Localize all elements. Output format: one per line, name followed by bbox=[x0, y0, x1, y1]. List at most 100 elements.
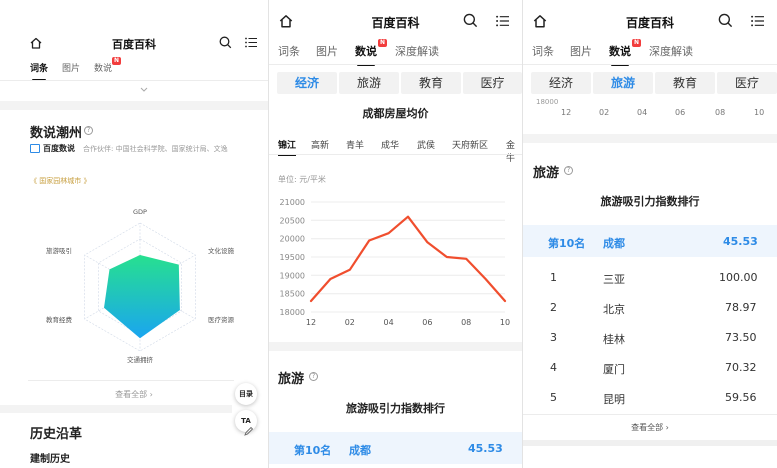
app-title: 百度百科 bbox=[625, 16, 674, 30]
ranking-row[interactable]: 4 厦门 70.32 bbox=[523, 353, 777, 383]
house-price-line-chart: 21000 20500 20000 19500 19000 18500 18000 12 02… bbox=[280, 198, 511, 327]
ranking-row[interactable]: 5 昆明 59.56 bbox=[523, 383, 777, 413]
edit-icon[interactable] bbox=[243, 426, 254, 437]
city-tag-label: 国家园林城市 bbox=[39, 177, 82, 185]
rank-score: 100.00 bbox=[719, 271, 758, 284]
category-education[interactable]: 教育 bbox=[401, 72, 461, 94]
tab-data[interactable]: 数说 bbox=[94, 61, 112, 74]
x-axis-labels: 12 02 04 06 08 10 bbox=[306, 318, 510, 327]
rank-number: 4 bbox=[550, 361, 557, 374]
menu-icon[interactable] bbox=[245, 37, 257, 48]
category-medical[interactable]: 医疗 bbox=[463, 72, 522, 94]
tab-divider bbox=[269, 64, 522, 65]
my-score: 45.53 bbox=[468, 442, 503, 455]
district-jinniu[interactable]: 金牛 bbox=[506, 138, 522, 164]
tourism-title: 旅游 bbox=[533, 166, 560, 181]
toc-button[interactable]: 目录 bbox=[235, 383, 257, 405]
rank-city: 三亚 bbox=[603, 273, 625, 286]
panel-economy: 百度百科 词条 图片 数说 N 深度解读 经济 旅游 教育 医疗 成都房屋均价 … bbox=[269, 0, 522, 468]
rank-city: 厦门 bbox=[603, 363, 625, 376]
info-icon[interactable]: ? bbox=[564, 166, 573, 175]
chart-unit: 单位: 元/平米 bbox=[278, 175, 326, 184]
tab-entry[interactable]: 词条 bbox=[532, 43, 554, 59]
tab-entry[interactable]: 词条 bbox=[30, 61, 48, 81]
view-all-link[interactable]: 查看全部 › bbox=[523, 422, 777, 433]
my-city: 成都 bbox=[603, 237, 625, 250]
category-education[interactable]: 教育 bbox=[655, 72, 715, 94]
section-gap bbox=[523, 440, 777, 446]
tab-divider bbox=[0, 80, 268, 81]
info-icon[interactable]: ? bbox=[309, 372, 318, 381]
search-icon[interactable] bbox=[718, 13, 733, 28]
section-gap bbox=[0, 405, 232, 413]
radar-chart: GDP 文化设施 医疗资源 交通拥挤 教育经费 旅游吸引 bbox=[46, 208, 235, 364]
rank-score: 78.97 bbox=[725, 301, 757, 314]
y-tick-label: 20500 bbox=[280, 216, 305, 225]
my-rank-row: 第10名 成都 45.53 bbox=[269, 432, 522, 464]
tab-images[interactable]: 图片 bbox=[316, 43, 338, 59]
residual-x-tick: 04 bbox=[637, 108, 648, 117]
category-tourism[interactable]: 旅游 bbox=[593, 72, 653, 94]
menu-icon[interactable] bbox=[496, 15, 509, 27]
rank-number: 3 bbox=[550, 331, 557, 344]
info-icon[interactable]: ? bbox=[84, 126, 93, 135]
top-bar: 百度百科 bbox=[0, 30, 268, 60]
district-chenghua[interactable]: 成华 bbox=[381, 138, 399, 151]
ranking-row[interactable]: 1 三亚 100.00 bbox=[523, 263, 777, 293]
divider bbox=[28, 380, 234, 381]
search-icon[interactable] bbox=[219, 36, 232, 49]
x-tick-label: 04 bbox=[384, 318, 394, 327]
tab-entry[interactable]: 词条 bbox=[278, 43, 300, 59]
my-rank: 第10名 bbox=[548, 237, 586, 250]
city-tag: 《 国家园林城市 》 bbox=[30, 177, 91, 185]
chart-title: 成都房屋均价 bbox=[362, 107, 429, 120]
price-series-line bbox=[309, 215, 507, 303]
view-all-link[interactable]: 查看全部 › bbox=[0, 389, 268, 400]
baidu-data-icon bbox=[30, 144, 40, 153]
tab-data[interactable]: 数说 bbox=[355, 43, 377, 66]
x-tick-label: 08 bbox=[461, 318, 471, 327]
tab-images[interactable]: 图片 bbox=[570, 43, 592, 59]
district-wuhou[interactable]: 武侯 bbox=[417, 138, 435, 151]
partners-text: 合作伙伴: 中国社会科学院、国家统计局、文逸 bbox=[83, 145, 228, 153]
radar-area bbox=[104, 255, 180, 339]
tab-deep-reading[interactable]: 深度解读 bbox=[395, 43, 439, 59]
screens: 百度百科 词条 图片 数说 N 数说潮州 ? 百度数说 合作伙伴: 中国社会科学… bbox=[0, 0, 777, 468]
ranking-divider bbox=[523, 414, 777, 415]
rank-number: 1 bbox=[550, 271, 557, 284]
section-gap bbox=[269, 342, 522, 351]
residual-x-tick: 10 bbox=[754, 108, 765, 117]
tab-data[interactable]: 数说 bbox=[609, 43, 631, 66]
my-city: 成都 bbox=[349, 444, 371, 457]
tab-deep-reading[interactable]: 深度解读 bbox=[649, 43, 693, 59]
view-all-label: 查看全部 bbox=[631, 423, 664, 432]
my-rank-row: 第10名 成都 45.53 bbox=[523, 225, 777, 257]
district-gaoxin[interactable]: 高新 bbox=[311, 138, 329, 151]
district-qingyang[interactable]: 青羊 bbox=[346, 138, 364, 151]
residual-x-tick: 08 bbox=[715, 108, 726, 117]
top-bar: 百度百科 bbox=[523, 8, 777, 38]
ranking-row[interactable]: 3 桂林 73.50 bbox=[523, 323, 777, 353]
y-tick-label: 21000 bbox=[280, 198, 305, 207]
radar-label-gdp: GDP bbox=[133, 208, 147, 216]
panel-chaozhou: 百度百科 词条 图片 数说 N 数说潮州 ? 百度数说 合作伙伴: 中国社会科学… bbox=[0, 0, 268, 468]
section-title: 数说潮州 bbox=[30, 126, 83, 141]
category-medical[interactable]: 医疗 bbox=[717, 72, 777, 94]
ranking-row[interactable]: 2 北京 78.97 bbox=[523, 293, 777, 323]
my-rank: 第10名 bbox=[294, 444, 332, 457]
tab-images[interactable]: 图片 bbox=[62, 61, 80, 74]
new-badge: N bbox=[112, 57, 121, 65]
rank-city: 北京 bbox=[603, 303, 625, 316]
section-gap bbox=[523, 134, 777, 143]
menu-icon[interactable] bbox=[751, 15, 764, 27]
chevron-down-icon[interactable] bbox=[140, 87, 148, 93]
section-gap bbox=[0, 101, 268, 110]
rank-city: 桂林 bbox=[603, 333, 625, 346]
district-jinjiang[interactable]: 锦江 bbox=[278, 138, 297, 156]
category-economy[interactable]: 经济 bbox=[277, 72, 337, 94]
search-icon[interactable] bbox=[463, 13, 478, 28]
category-economy[interactable]: 经济 bbox=[531, 72, 591, 94]
category-tourism[interactable]: 旅游 bbox=[339, 72, 399, 94]
rank-score: 59.56 bbox=[725, 391, 757, 404]
district-tianfu[interactable]: 天府新区 bbox=[452, 138, 488, 151]
